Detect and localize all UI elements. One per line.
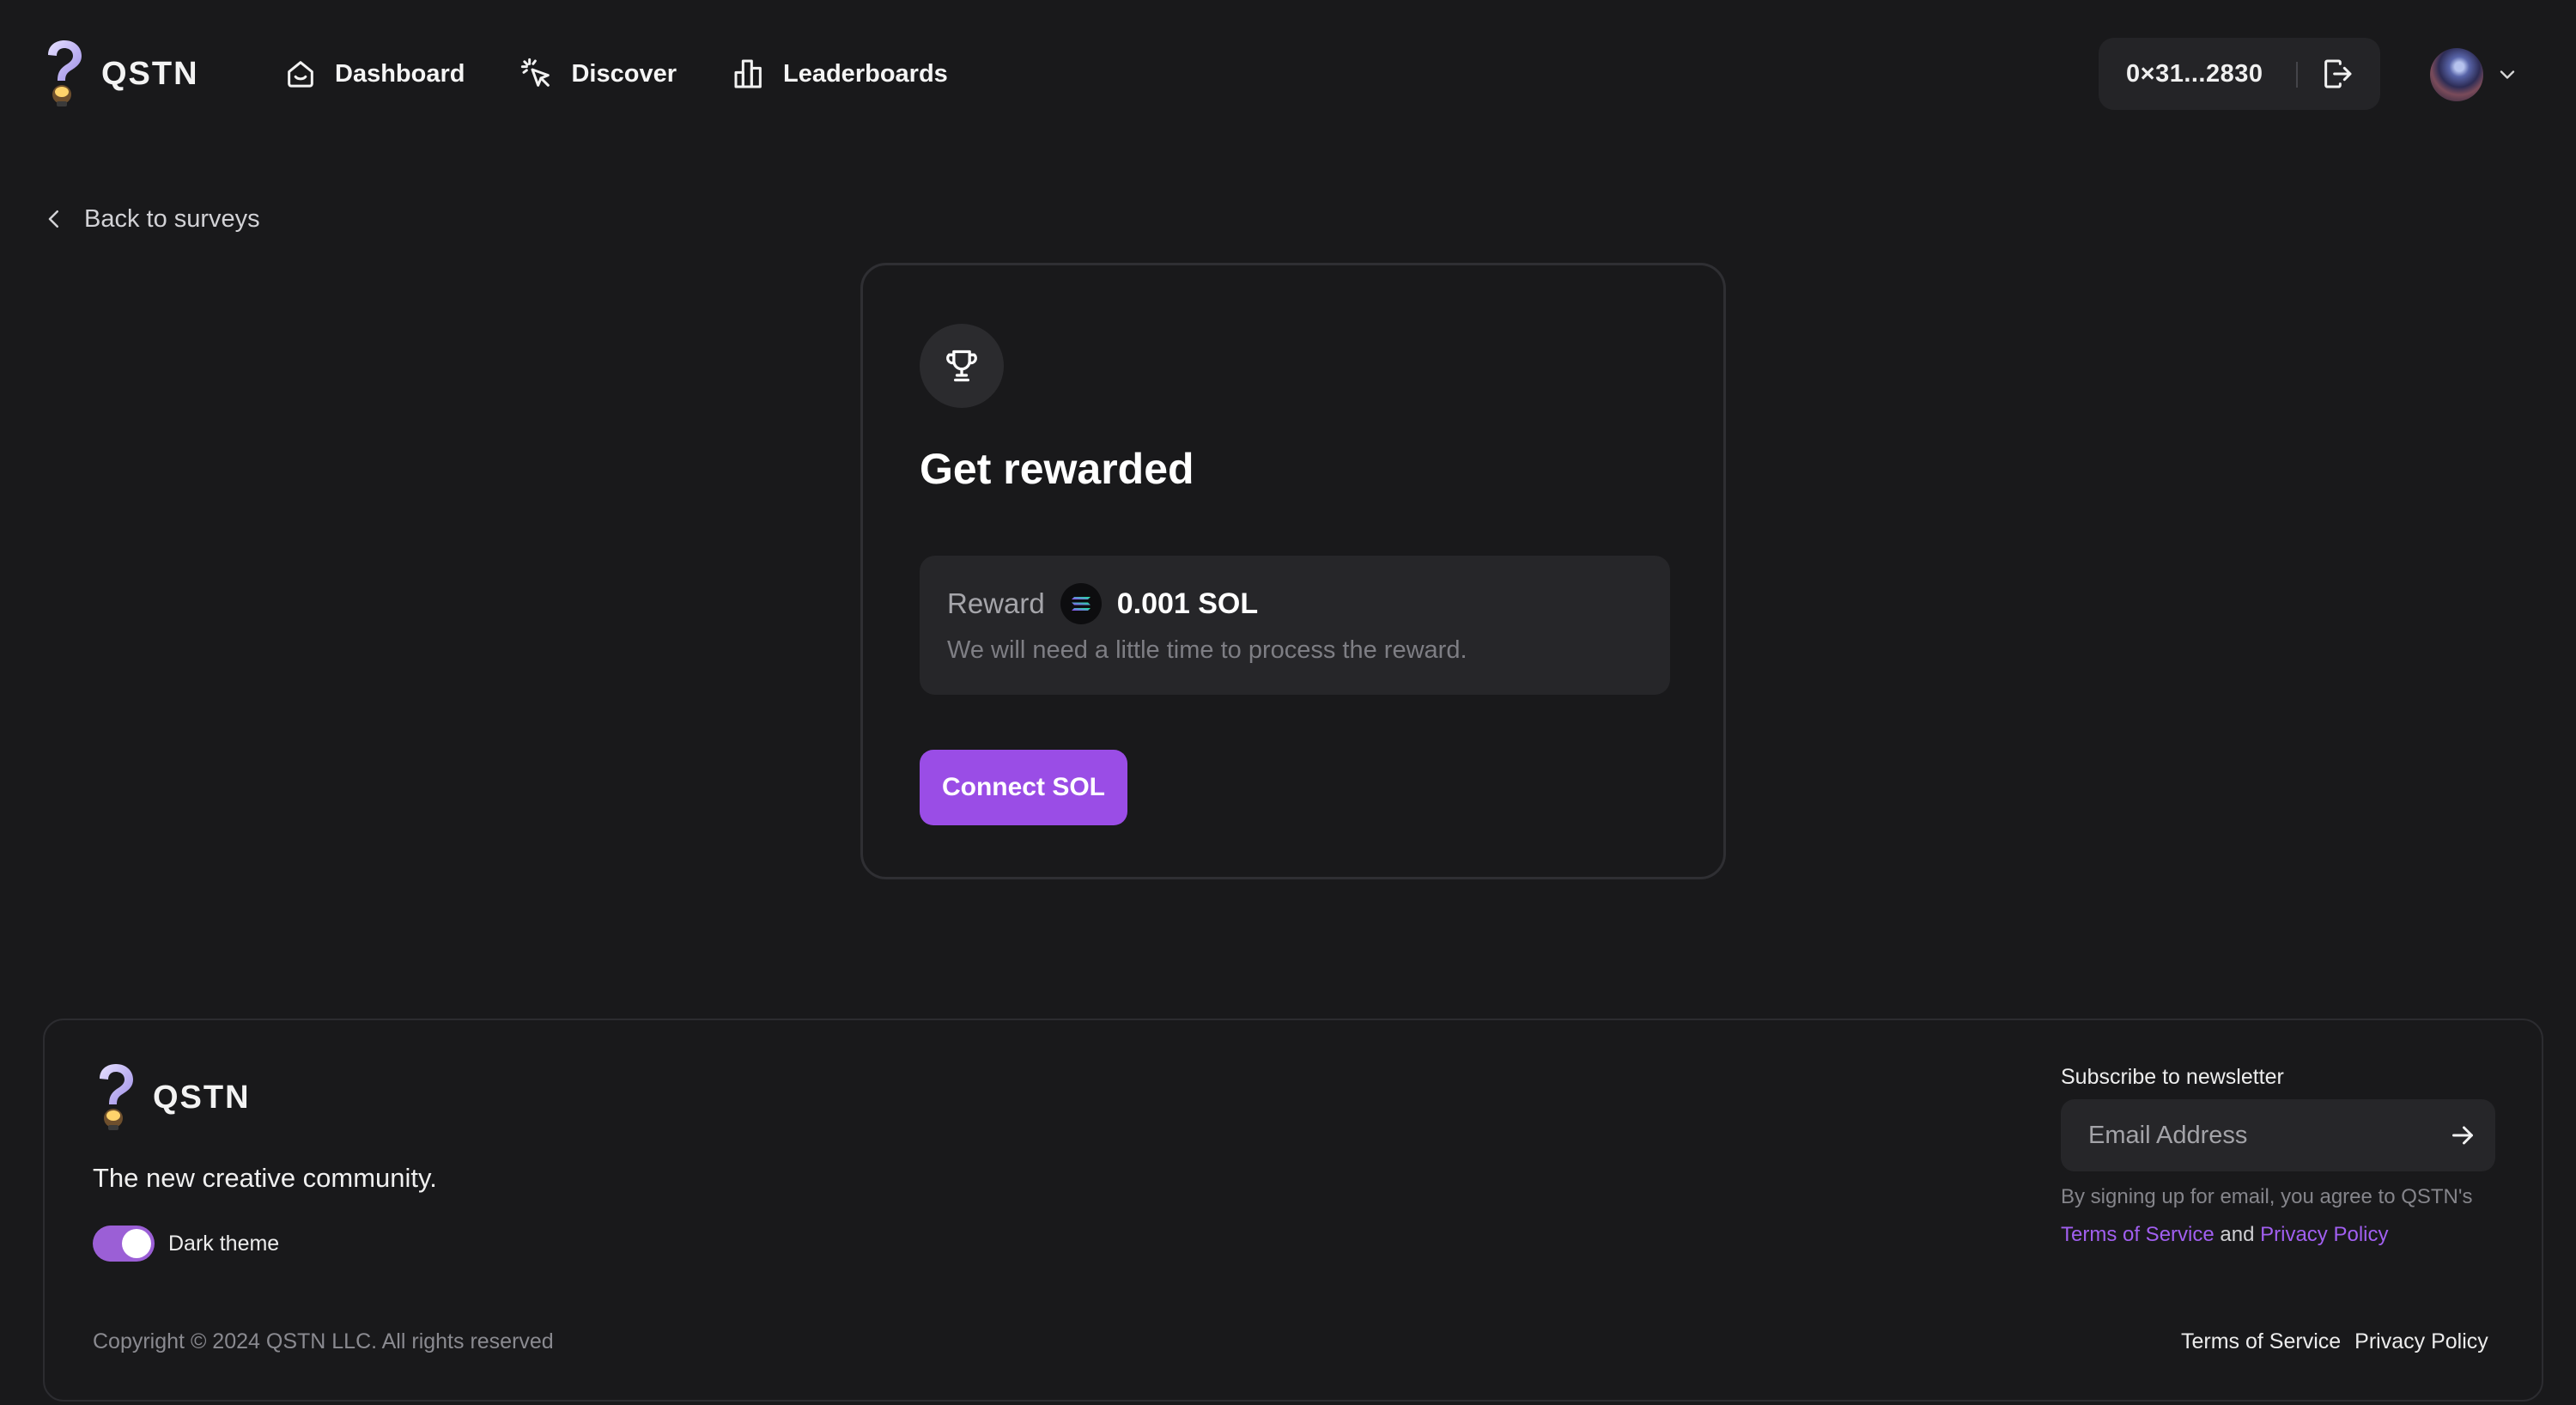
chevron-left-icon	[48, 210, 58, 228]
card-title: Get rewarded	[920, 445, 1194, 493]
nav-label-discover: Discover	[571, 59, 677, 88]
brand-logo[interactable]: QSTN	[41, 38, 199, 110]
wallet-divider	[2296, 62, 2298, 88]
nav-item-dashboard[interactable]: Dashboard	[283, 57, 465, 91]
footer-privacy-link[interactable]: Privacy Policy	[2354, 1329, 2488, 1354]
avatar	[2430, 48, 2483, 101]
nav-item-discover[interactable]: Discover	[519, 57, 677, 91]
home-icon	[288, 61, 313, 88]
back-link-label: Back to surveys	[84, 204, 260, 233]
trophy-icon	[946, 350, 977, 382]
bar-chart-icon	[734, 59, 762, 88]
top-bar: QSTN Dashboard Discover Leaderboards 0×3…	[0, 0, 2576, 148]
copyright-text: Copyright © 2024 QSTN LLC. All rights re…	[93, 1329, 554, 1353]
footer-brand-logo[interactable]: QSTN	[93, 1061, 251, 1134]
wallet-address[interactable]: 0×31...2830	[2126, 60, 2263, 88]
solana-logo-icon	[1071, 597, 1091, 611]
footer-terms-link[interactable]: Terms of Service	[2181, 1329, 2341, 1354]
toggle-knob	[122, 1229, 151, 1258]
nav-label-dashboard: Dashboard	[335, 59, 465, 88]
consent-privacy-link[interactable]: Privacy Policy	[2260, 1223, 2388, 1246]
solana-icon	[1060, 583, 1102, 624]
email-field[interactable]	[2087, 1099, 2430, 1171]
footer-brand-name: QSTN	[153, 1079, 251, 1116]
theme-label: Dark theme	[168, 1231, 280, 1256]
reward-label: Reward	[947, 587, 1045, 619]
brand-name: QSTN	[101, 55, 199, 92]
theme-toggle-row: Dark theme	[93, 1225, 279, 1262]
nav-label-leaderboards: Leaderboards	[783, 59, 948, 88]
reward-row: Reward 0.001 SOL	[947, 581, 1258, 626]
chevron-down-icon	[2500, 70, 2515, 79]
footer-tagline: The new creative community.	[93, 1163, 437, 1193]
logout-icon[interactable]	[2320, 57, 2354, 91]
dark-theme-toggle[interactable]	[93, 1226, 155, 1262]
newsletter-title: Subscribe to newsletter	[2061, 1065, 2284, 1089]
footer-legal-links: Terms of Service Privacy Policy	[2181, 1329, 2488, 1354]
reward-note: We will need a little time to process th…	[947, 636, 1467, 664]
consent-and: and	[2220, 1223, 2255, 1246]
connect-sol-button[interactable]: Connect SOL	[920, 750, 1127, 825]
main-nav: Dashboard Discover Leaderboards	[283, 50, 1003, 98]
cursor-click-icon	[521, 58, 550, 87]
newsletter-consent: By signing up for email, you agree to QS…	[2061, 1178, 2507, 1254]
consent-terms-link[interactable]: Terms of Service	[2061, 1223, 2215, 1246]
trophy-badge	[920, 324, 1004, 408]
link-spacer	[2341, 1329, 2354, 1354]
back-to-surveys-link[interactable]: Back to surveys	[41, 199, 260, 239]
footer: QSTN The new creative community. Dark th…	[43, 1019, 2543, 1402]
question-mark-logo-icon	[100, 1064, 133, 1130]
consent-text: By signing up for email, you agree to QS…	[2061, 1185, 2473, 1208]
newsletter-form	[2061, 1099, 2495, 1171]
reward-amount: 0.001 SOL	[1116, 587, 1259, 620]
reward-card: Get rewarded Reward 0.001 SOL We will ne…	[860, 263, 1726, 879]
wallet-pill: 0×31...2830	[2099, 38, 2380, 110]
reward-info-box: Reward 0.001 SOL We will need a little t…	[920, 556, 1670, 695]
nav-item-leaderboards[interactable]: Leaderboards	[732, 57, 948, 91]
arrow-right-icon[interactable]	[2447, 1120, 2478, 1151]
profile-menu[interactable]	[2430, 46, 2526, 103]
question-mark-logo-icon	[48, 40, 82, 106]
